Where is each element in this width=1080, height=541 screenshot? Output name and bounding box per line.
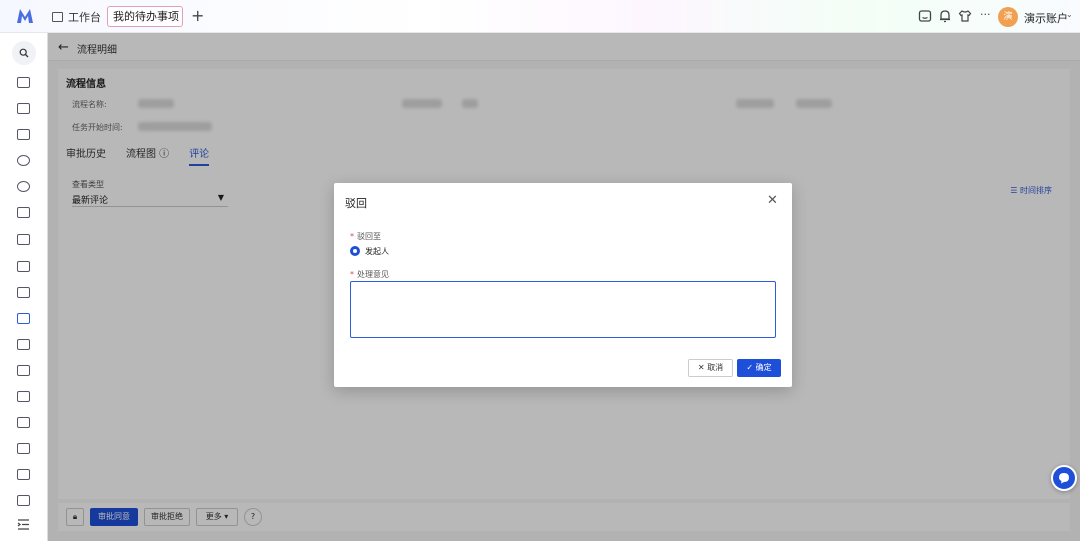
more-icon[interactable]: ··· [980, 8, 991, 21]
sidebar-item-org-icon[interactable] [17, 155, 30, 166]
cancel-button[interactable]: ✕ 取消 [688, 359, 733, 377]
dialog-title: 驳回 [345, 197, 367, 210]
chevron-down-icon[interactable]: ⌄ [1066, 10, 1073, 19]
chat-icon [1059, 473, 1069, 484]
collapse-sidebar-icon[interactable] [17, 519, 30, 530]
close-icon[interactable]: ✕ [767, 193, 778, 208]
sidebar-item-6-icon[interactable] [17, 207, 30, 218]
sidebar-item-9-icon[interactable] [17, 287, 30, 298]
sidebar-item-14-icon[interactable] [17, 417, 30, 428]
sidebar-item-16-icon[interactable] [17, 469, 30, 480]
reject-dialog: 驳回 ✕ * 驳回至 发起人 * 处理意见 ✕ 取消 ✓ 确定 [334, 183, 792, 387]
sidebar-item-17-icon[interactable] [17, 495, 30, 506]
monitor-icon [52, 12, 63, 22]
comment-textarea[interactable] [350, 281, 776, 338]
sidebar-item-11-icon[interactable] [17, 339, 30, 350]
avatar[interactable]: 演 [998, 7, 1018, 27]
return-to-initiator-radio[interactable] [350, 246, 360, 256]
home-icon[interactable] [918, 9, 932, 23]
comment-label: * 处理意见 [350, 269, 389, 280]
sidebar-item-15-icon[interactable] [17, 443, 30, 454]
tab-my-todo[interactable]: 我的待办事项 [107, 6, 183, 27]
sidebar-item-7-icon[interactable] [17, 234, 30, 245]
return-to-label: * 驳回至 [350, 231, 381, 242]
sidebar-item-12-icon[interactable] [17, 365, 30, 376]
sidebar-item-8-icon[interactable] [17, 261, 30, 272]
top-bar: 工作台 我的待办事项 + ··· 演 演示账户 ⌄ [0, 0, 1080, 33]
return-to-initiator-label[interactable]: 发起人 [365, 246, 389, 257]
sidebar-item-5-icon[interactable] [17, 181, 30, 192]
confirm-button[interactable]: ✓ 确定 [737, 359, 781, 377]
left-sidebar [0, 33, 48, 541]
sidebar-search-button[interactable] [12, 41, 36, 65]
tab-workbench[interactable]: 工作台 [52, 9, 101, 25]
required-mark: * [350, 270, 354, 279]
comment-label-text: 处理意见 [357, 270, 389, 279]
bell-icon[interactable] [938, 9, 952, 23]
app-logo-icon[interactable] [16, 8, 34, 24]
required-mark: * [350, 232, 354, 241]
sidebar-item-1-icon[interactable] [17, 77, 30, 88]
sidebar-item-process-icon[interactable] [17, 313, 30, 324]
shirt-icon[interactable] [958, 9, 972, 23]
sidebar-item-13-icon[interactable] [17, 391, 30, 402]
add-tab-button[interactable]: + [191, 7, 204, 25]
search-icon [19, 48, 29, 58]
tab-workbench-label: 工作台 [68, 11, 101, 24]
return-to-label-text: 驳回至 [357, 232, 381, 241]
sidebar-item-3-icon[interactable] [17, 129, 30, 140]
sidebar-item-2-icon[interactable] [17, 103, 30, 114]
customer-service-button[interactable] [1051, 465, 1077, 491]
user-name[interactable]: 演示账户 [1024, 10, 1068, 26]
